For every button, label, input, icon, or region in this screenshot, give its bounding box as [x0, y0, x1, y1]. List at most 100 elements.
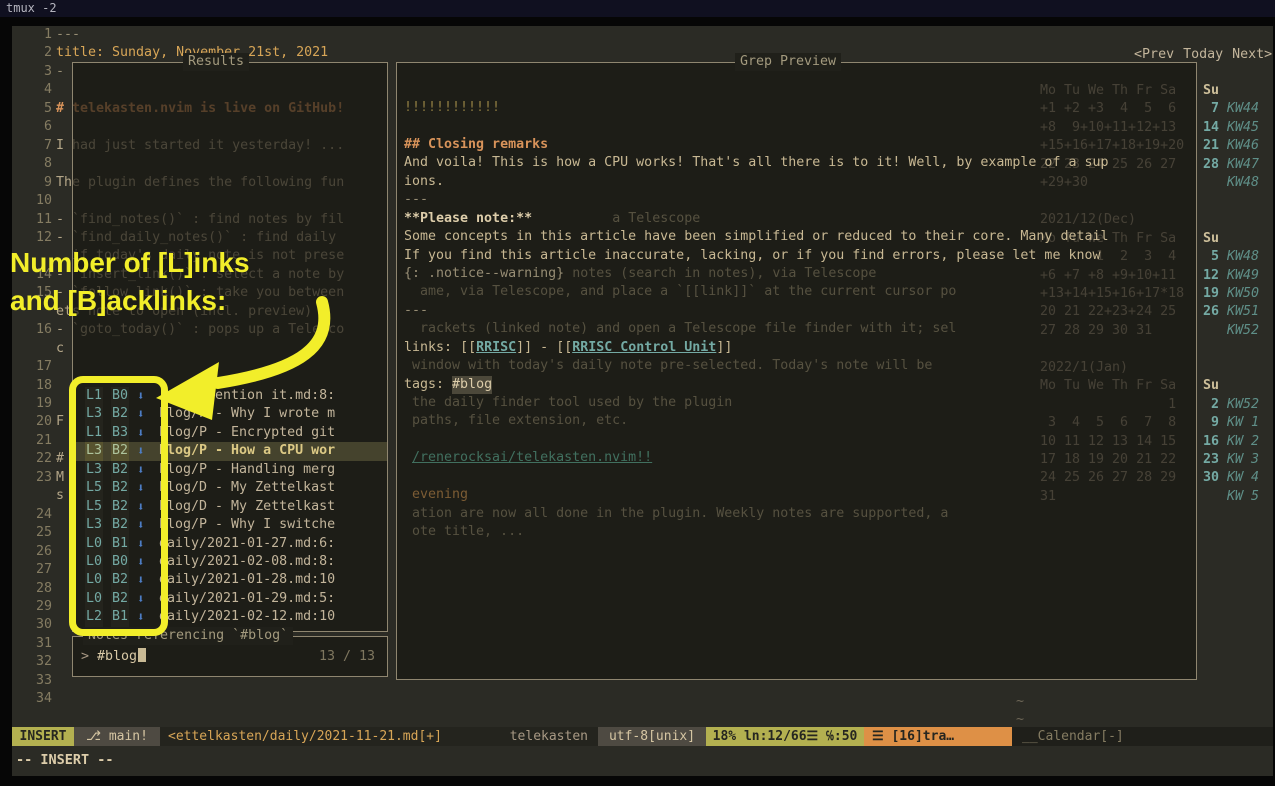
calendar-sunday-day[interactable]: 9 — [1195, 414, 1219, 432]
grep-preview-window: Grep Preview !!!!!!!!!!!!## Closing rema… — [396, 62, 1197, 680]
result-entry-text: daily/2021-01-29.md:5: — [159, 590, 335, 608]
calendar-today-button[interactable]: Today — [1183, 47, 1223, 62]
buffer-row: 33 — [12, 672, 56, 690]
buffer-row: 1--- — [12, 26, 80, 44]
line-number: 4 — [12, 81, 52, 99]
calendar-sunday-day[interactable]: 16 — [1195, 433, 1219, 451]
note-link[interactable]: RRISC Control Unit — [572, 339, 716, 357]
preview-text: [[ — [460, 339, 476, 357]
preview-text: window with today's daily note pre-selec… — [412, 357, 932, 375]
tag-highlight: #blog — [452, 376, 492, 394]
calendar-sunday-day[interactable]: 28 — [1195, 156, 1219, 174]
calendar-sunday-day[interactable]: 7 — [1195, 100, 1219, 118]
preview-text: If you find this article inaccurate, lac… — [404, 247, 1100, 265]
annotation-line-2: and [B]acklinks: — [10, 282, 250, 320]
buffer-row: 3- — [12, 63, 64, 81]
buffer-row: 24 — [12, 506, 56, 524]
preview-text: notes (search in notes), via Telescope — [572, 265, 876, 283]
preview-line — [397, 468, 1196, 486]
line-number: 22 — [12, 450, 52, 468]
buffer-row: 28 — [12, 580, 56, 598]
calendar-sunday-day[interactable]: 12 — [1195, 267, 1219, 285]
line-number: 28 — [12, 580, 52, 598]
calendar-week-number: KW48 — [1227, 248, 1259, 266]
buffer-row: 18 — [12, 377, 56, 395]
line-number: 30 — [12, 616, 52, 634]
buffer-row: 21 — [12, 432, 56, 450]
calendar-sunday-day[interactable]: 5 — [1195, 248, 1219, 266]
buffer-row: 19 — [12, 395, 56, 413]
git-branch-icon: ⎇ — [86, 729, 101, 744]
calendar-week-number: KW47 — [1227, 156, 1259, 174]
annotation-line-1: Number of [L]inks — [10, 244, 250, 282]
preview-line: --- — [397, 191, 1196, 209]
buffer-line-text: - — [56, 64, 64, 79]
calendar-sunday-day[interactable]: 19 — [1195, 285, 1219, 303]
calendar-prev-button[interactable]: <Prev — [1134, 47, 1174, 62]
statusbar: INSERT ⎇ main! <ettelkasten/daily/2021-1… — [12, 727, 1273, 746]
calendar-week-number: KW 2 — [1227, 433, 1259, 451]
mode-indicator: INSERT — [12, 727, 74, 746]
preview-content: !!!!!!!!!!!! ## Closing remarksAnd voila!… — [397, 99, 1196, 542]
preview-text: !!!!!!!!!!!! — [404, 99, 500, 117]
preview-text: tags: — [404, 376, 452, 394]
calendar-sunday-label: Su — [1195, 82, 1219, 100]
buffer-row: s — [12, 487, 64, 505]
encoding-segment: utf-8[unix] — [598, 727, 706, 746]
calendar-sunday-day[interactable]: 30 — [1195, 469, 1219, 487]
line-number: 1 — [12, 26, 52, 44]
buffer-row: 29 — [12, 598, 56, 616]
preview-line: the daily finder tool used by the plugin — [397, 394, 1196, 412]
line-number: 17 — [12, 358, 52, 376]
result-entry-text: blog/P - Handling merg — [159, 461, 335, 479]
preview-line: If you find this article inaccurate, lac… — [397, 247, 1196, 265]
preview-line: paths, file extension, etc. — [397, 412, 1196, 430]
line-number: 8 — [12, 155, 52, 173]
calendar-sunday-day[interactable]: 14 — [1195, 119, 1219, 137]
preview-text: ote title, ... — [412, 523, 524, 541]
calendar-week-number: KW52 — [1227, 322, 1259, 340]
preview-text: --- — [404, 302, 428, 320]
calendar-next-button[interactable]: Next> — [1232, 47, 1272, 62]
calendar-sunday-day[interactable]: 2 — [1195, 396, 1219, 414]
preview-text: a Telescope — [612, 210, 700, 228]
preview-text: links: — [404, 339, 460, 357]
calendar-week-number: KW52 — [1227, 396, 1259, 414]
preview-line: {: .notice--warning}notes (search in not… — [397, 265, 1196, 283]
prompt-query-text: #blog — [97, 649, 137, 664]
preview-text: paths, file extension, etc. — [412, 412, 628, 430]
prompt-window: Notes referencing `#blog` > #blog 13 / 1… — [72, 636, 388, 677]
calendar-sunday-day[interactable]: 23 — [1195, 451, 1219, 469]
preview-line: **Please note:**a Telescope — [397, 210, 1196, 228]
note-link[interactable]: RRISC — [476, 339, 516, 357]
line-number: 11 — [12, 211, 52, 229]
line-number: 20 — [12, 413, 52, 431]
preview-text: ions. — [404, 173, 444, 191]
preview-text: ## Closing remarks — [404, 136, 548, 154]
buffer-line-text: # — [56, 451, 64, 466]
file-path-segment: <ettelkasten/daily/2021-11-21.md[+]telek… — [160, 727, 598, 746]
prompt-input[interactable]: > #blog — [81, 648, 146, 666]
preview-text: ation are now all done in the plugin. We… — [412, 505, 948, 523]
preview-line — [397, 431, 1196, 449]
preview-line: rackets (linked note) and open a Telesco… — [397, 320, 1196, 338]
line-number: 34 — [12, 690, 52, 708]
calendar-sunday-day[interactable]: 21 — [1195, 137, 1219, 155]
preview-text: evening — [412, 486, 468, 504]
preview-line: And voila! This is how a CPU works! That… — [397, 154, 1196, 172]
buffer-row: 30 — [12, 616, 56, 634]
preview-line: evening — [397, 486, 1196, 504]
calendar-sunday-day[interactable]: 26 — [1195, 303, 1219, 321]
command-line-mode-text: -- INSERT -- — [16, 750, 114, 770]
calendar-week-number: KW46 — [1227, 137, 1259, 155]
preview-text: ]] — [716, 339, 732, 357]
buffer-row: 6 — [12, 118, 56, 136]
preview-text: ame, via Telescope, and place a `[[link]… — [420, 283, 956, 301]
line-number: 2 — [12, 44, 52, 62]
line-number: 10 — [12, 192, 52, 210]
preview-window-title: Grep Preview — [735, 53, 841, 71]
preview-line: /renerocksai/telekasten.nvim!! — [397, 449, 1196, 467]
result-entry-text: blog/P - Encrypted git — [159, 424, 335, 442]
preview-line: Some concepts in this article have been … — [397, 228, 1196, 246]
line-number: 27 — [12, 561, 52, 579]
